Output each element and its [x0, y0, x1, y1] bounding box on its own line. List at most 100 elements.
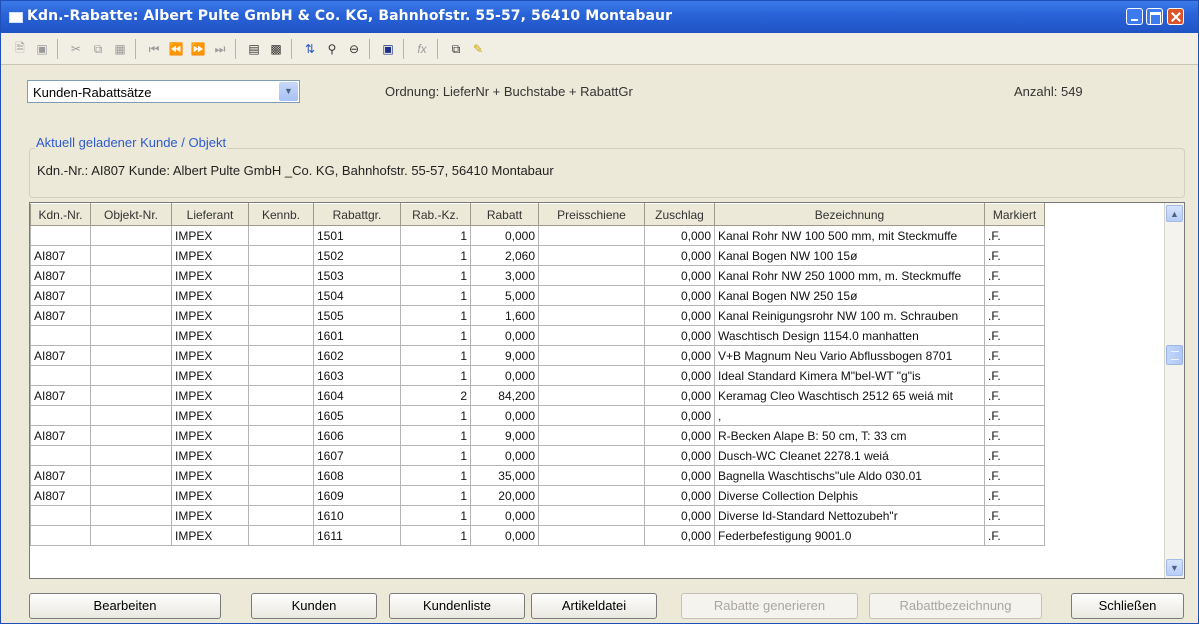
cell-kdn-nr[interactable]: AI807	[30, 245, 91, 266]
cell-bezeichnung[interactable]: ,	[714, 405, 985, 426]
column-header-zuschlag[interactable]: Zuschlag	[644, 203, 715, 226]
table-row[interactable]: AI807 IMPEX 1505 1 1,600 0,000 Kanal Reinigung…	[30, 305, 1045, 326]
cell-rabatt[interactable]: 9,000	[470, 425, 539, 446]
cell-rabatt[interactable]: 1,600	[470, 305, 539, 326]
cell-zuschlag[interactable]: 0,000	[644, 485, 715, 506]
cell-objekt-nr[interactable]	[90, 345, 172, 366]
cell-kdn-nr[interactable]: AI807	[30, 305, 91, 326]
cell-rabatt[interactable]: 0,000	[470, 525, 539, 546]
cell-lieferant[interactable]: IMPEX	[171, 385, 249, 406]
cell-rab-kz[interactable]: 1	[400, 305, 471, 326]
cell-rab-kz[interactable]: 1	[400, 485, 471, 506]
cell-preisschiene[interactable]	[538, 405, 645, 426]
kundenliste-button[interactable]: Kundenliste	[389, 593, 525, 619]
cell-objekt-nr[interactable]	[90, 245, 172, 266]
cell-lieferant[interactable]: IMPEX	[171, 265, 249, 286]
cell-preisschiene[interactable]	[538, 265, 645, 286]
table-row[interactable]: AI807 IMPEX 1504 1 5,000 0,000 Kanal Bogen NW …	[30, 285, 1045, 306]
column-header-objekt-nr[interactable]: Objekt-Nr.	[90, 203, 172, 226]
cell-rab-kz[interactable]: 1	[400, 525, 471, 546]
cell-preisschiene[interactable]	[538, 325, 645, 346]
cell-objekt-nr[interactable]	[90, 385, 172, 406]
cell-kdn-nr[interactable]: AI807	[30, 285, 91, 306]
column-header-markiert[interactable]: Markiert	[984, 203, 1045, 226]
rabattbezeichnung-button[interactable]: Rabattbezeichnung	[869, 593, 1042, 619]
cell-markiert[interactable]: .F.	[984, 365, 1045, 386]
cell-rabattgr[interactable]: 1602	[313, 345, 401, 366]
cell-preisschiene[interactable]	[538, 465, 645, 486]
cell-kennb[interactable]	[248, 245, 314, 266]
rabatt-type-select[interactable]: Kunden-Rabattsätze ▼	[27, 80, 300, 103]
cell-objekt-nr[interactable]	[90, 285, 172, 306]
title-bar[interactable]: Kdn.-Rabatte: Albert Pulte GmbH & Co. KG…	[1, 1, 1198, 33]
cell-preisschiene[interactable]	[538, 225, 645, 246]
rabatt-grid[interactable]: Kdn.-Nr. Objekt-Nr. Lieferant Kennb. Rab…	[29, 202, 1185, 579]
cell-zuschlag[interactable]: 0,000	[644, 465, 715, 486]
cell-markiert[interactable]: .F.	[984, 345, 1045, 366]
cell-bezeichnung[interactable]: Ideal Standard Kimera M"bel-WT "g"is	[714, 365, 985, 386]
cell-rab-kz[interactable]: 1	[400, 365, 471, 386]
cell-markiert[interactable]: .F.	[984, 265, 1045, 286]
cell-rab-kz[interactable]: 1	[400, 445, 471, 466]
delete-icon[interactable]: ▣	[33, 40, 51, 58]
cell-kennb[interactable]	[248, 385, 314, 406]
cell-preisschiene[interactable]	[538, 245, 645, 266]
cell-objekt-nr[interactable]	[90, 465, 172, 486]
table-row[interactable]: IMPEX 1610 1 0,000 0,000 Diverse Id-Standard …	[30, 505, 1045, 526]
cell-kennb[interactable]	[248, 465, 314, 486]
minimize-button[interactable]	[1126, 8, 1143, 25]
cell-zuschlag[interactable]: 0,000	[644, 525, 715, 546]
scroll-down-icon[interactable]: ▼	[1166, 559, 1183, 576]
cell-rabattgr[interactable]: 1605	[313, 405, 401, 426]
cell-lieferant[interactable]: IMPEX	[171, 345, 249, 366]
cell-kennb[interactable]	[248, 305, 314, 326]
record-view-icon[interactable]: ▣	[379, 40, 397, 58]
new-document-icon[interactable]: 🗎	[11, 40, 29, 58]
cell-lieferant[interactable]: IMPEX	[171, 305, 249, 326]
table-row[interactable]: AI807 IMPEX 1606 1 9,000 0,000 R-Becken Alape …	[30, 425, 1045, 446]
cell-preisschiene[interactable]	[538, 485, 645, 506]
cell-zuschlag[interactable]: 0,000	[644, 345, 715, 366]
cell-rabattgr[interactable]: 1606	[313, 425, 401, 446]
cell-markiert[interactable]: .F.	[984, 485, 1045, 506]
cell-preisschiene[interactable]	[538, 505, 645, 526]
cell-rabattgr[interactable]: 1603	[313, 365, 401, 386]
cell-kdn-nr[interactable]: AI807	[30, 265, 91, 286]
cell-rabatt[interactable]: 5,000	[470, 285, 539, 306]
cell-kdn-nr[interactable]	[30, 225, 91, 246]
cell-rabattgr[interactable]: 1502	[313, 245, 401, 266]
cell-rabattgr[interactable]: 1609	[313, 485, 401, 506]
cell-lieferant[interactable]: IMPEX	[171, 285, 249, 306]
cell-rab-kz[interactable]: 1	[400, 425, 471, 446]
cell-rabatt[interactable]: 0,000	[470, 505, 539, 526]
table-row[interactable]: IMPEX 1603 1 0,000 0,000 Ideal Standard Kimer…	[30, 365, 1045, 386]
window-tile-icon[interactable]: ⧉	[447, 40, 465, 58]
cell-rab-kz[interactable]: 1	[400, 325, 471, 346]
cell-markiert[interactable]: .F.	[984, 245, 1045, 266]
cell-zuschlag[interactable]: 0,000	[644, 285, 715, 306]
cell-kennb[interactable]	[248, 445, 314, 466]
form-view-icon[interactable]: ▤	[245, 40, 263, 58]
cell-preisschiene[interactable]	[538, 365, 645, 386]
scroll-thumb[interactable]	[1166, 345, 1183, 365]
cell-bezeichnung[interactable]: Kanal Rohr NW 100 500 mm, mit Steckmuffe	[714, 225, 985, 246]
cell-objekt-nr[interactable]	[90, 445, 172, 466]
cell-zuschlag[interactable]: 0,000	[644, 325, 715, 346]
cell-bezeichnung[interactable]: Federbefestigung 9001.0	[714, 525, 985, 546]
column-header-lieferant[interactable]: Lieferant	[171, 203, 249, 226]
cell-objekt-nr[interactable]	[90, 365, 172, 386]
column-header-rabattgr[interactable]: Rabattgr.	[313, 203, 401, 226]
cut-icon[interactable]: ✂	[67, 40, 85, 58]
column-header-preisschiene[interactable]: Preisschiene	[538, 203, 645, 226]
cell-lieferant[interactable]: IMPEX	[171, 325, 249, 346]
formula-icon[interactable]: fx	[413, 40, 431, 58]
cell-kdn-nr[interactable]	[30, 505, 91, 526]
first-record-icon[interactable]: ⏮	[145, 40, 163, 58]
cell-preisschiene[interactable]	[538, 285, 645, 306]
cell-objekt-nr[interactable]	[90, 425, 172, 446]
cell-kennb[interactable]	[248, 365, 314, 386]
cell-markiert[interactable]: .F.	[984, 225, 1045, 246]
cell-rabatt[interactable]: 0,000	[470, 445, 539, 466]
cell-markiert[interactable]: .F.	[984, 305, 1045, 326]
cell-kennb[interactable]	[248, 485, 314, 506]
